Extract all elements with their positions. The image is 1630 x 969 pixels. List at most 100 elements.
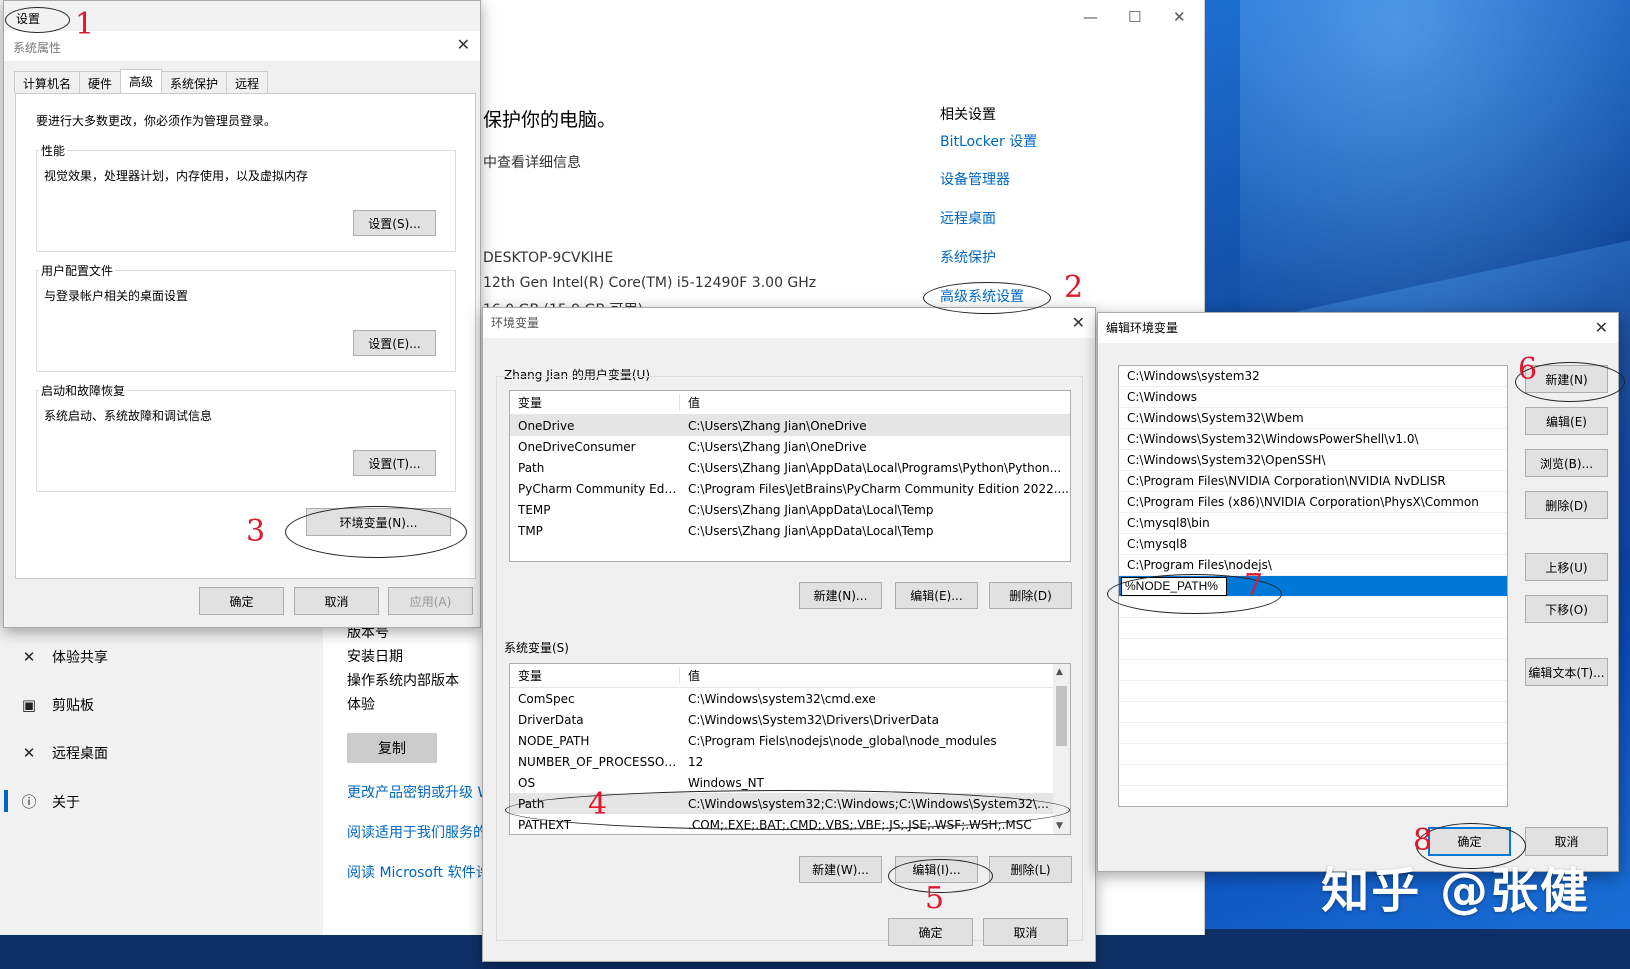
nav-item-about[interactable]: ⓘ 关于: [20, 791, 80, 812]
table-row[interactable]: DriverData C:\Windows\System32\Drivers\Dr…: [510, 709, 1053, 730]
annotation-number: 7: [1244, 568, 1264, 603]
nav-item-clipboard[interactable]: ▣ 剪贴板: [20, 695, 94, 715]
performance-settings-button[interactable]: 设置(S)...: [353, 210, 436, 236]
apply-button[interactable]: 应用(A): [388, 587, 473, 615]
user-edit-button[interactable]: 编辑(E)...: [895, 582, 978, 609]
edit-path-button[interactable]: 编辑(E): [1525, 407, 1608, 435]
tab-computer-name[interactable]: 计算机名: [14, 71, 81, 93]
close-icon[interactable]: ✕: [1173, 8, 1186, 26]
group-title: 启动和故障恢复: [39, 382, 128, 399]
column-value[interactable]: 值: [680, 394, 1070, 411]
table-row[interactable]: NUMBER_OF_PROCESSORS 12: [510, 751, 1053, 772]
maximize-icon[interactable]: ☐: [1128, 8, 1141, 26]
move-up-button[interactable]: 上移(U): [1525, 553, 1608, 581]
variable-name: NODE_PATH: [518, 733, 590, 748]
variable-value: C:\Windows\system32\cmd.exe: [688, 691, 876, 706]
copy-button[interactable]: 复制: [347, 733, 437, 763]
spec-label-os-build: 操作系统内部版本: [347, 673, 459, 689]
annotation-number: 6: [1518, 352, 1538, 387]
product-key-link[interactable]: 更改产品密钥或升级 W: [347, 782, 487, 802]
move-down-button[interactable]: 下移(O): [1525, 595, 1608, 623]
cancel-button[interactable]: 取消: [983, 918, 1068, 946]
list-item[interactable]: C:\mysql8\bin: [1119, 513, 1507, 534]
details-link[interactable]: 中查看详细信息: [483, 152, 581, 172]
cancel-button[interactable]: 取消: [294, 587, 379, 615]
list-item[interactable]: C:\mysql8: [1119, 534, 1507, 555]
bitlocker-link[interactable]: BitLocker 设置: [940, 131, 1037, 151]
annotation-number: 2: [1064, 270, 1084, 305]
table-row[interactable]: OneDrive C:\Users\Zhang Jian\OneDrive: [510, 415, 1070, 436]
column-value[interactable]: 值: [680, 667, 1070, 684]
variable-value: C:\Users\Zhang Jian\AppData\Local\Progra…: [688, 460, 1062, 475]
variable-name: DriverData: [518, 712, 584, 727]
list-item[interactable]: C:\Windows: [1119, 387, 1507, 408]
edit-text-button[interactable]: 编辑文本(T)...: [1525, 658, 1608, 686]
remote-desktop-link[interactable]: 远程桌面: [940, 208, 996, 228]
variable-name: TEMP: [518, 502, 551, 517]
user-variables-list[interactable]: 变量值 OneDrive C:\Users\Zhang Jian\OneDrive…: [509, 390, 1071, 562]
nav-item-shared-experiences[interactable]: ✕ 体验共享: [20, 647, 108, 667]
list-item[interactable]: C:\Program Files\NVIDIA Corporation\NVID…: [1119, 471, 1507, 492]
list-item[interactable]: C:\Windows\System32\OpenSSH\: [1119, 450, 1507, 471]
spec-label-install-date: 安装日期: [347, 649, 403, 665]
scroll-down-icon[interactable]: ▼: [1056, 821, 1063, 831]
tab-hardware[interactable]: 硬件: [79, 71, 122, 93]
variable-name: PyCharm Community Editi...: [518, 481, 680, 496]
table-row[interactable]: TEMP C:\Users\Zhang Jian\AppData\Local\Te…: [510, 499, 1070, 520]
table-row[interactable]: NODE_PATH C:\Program Fiels\nodejs\node_gl…: [510, 730, 1053, 751]
group-title: 用户配置文件: [39, 262, 116, 279]
list-item[interactable]: C:\Program Files (x86)\NVIDIA Corporatio…: [1119, 492, 1507, 513]
ok-button[interactable]: 确定: [888, 918, 973, 946]
scroll-thumb[interactable]: [1056, 686, 1067, 746]
nav-item-remote-desktop[interactable]: ✕ 远程桌面: [20, 743, 108, 763]
system-variables-label: 系统变量(S): [504, 641, 569, 655]
user-delete-button[interactable]: 删除(D): [989, 582, 1072, 609]
system-new-button[interactable]: 新建(W)...: [799, 856, 882, 883]
variable-name: ComSpec: [518, 691, 575, 706]
minimize-icon[interactable]: —: [1083, 8, 1098, 26]
device-name-value: DESKTOP-9CVKIHE: [483, 250, 614, 266]
services-agreement-link[interactable]: 阅读适用于我们服务的: [347, 822, 487, 842]
annotation-number: 4: [588, 787, 608, 822]
user-profiles-settings-button[interactable]: 设置(E)...: [353, 330, 436, 356]
user-new-button[interactable]: 新建(N)...: [799, 582, 882, 609]
close-icon[interactable]: ✕: [1595, 318, 1608, 337]
table-row[interactable]: TMP C:\Users\Zhang Jian\AppData\Local\Tem…: [510, 520, 1070, 541]
annotation-number: 3: [246, 514, 266, 549]
browse-button[interactable]: 浏览(B)...: [1525, 449, 1608, 477]
license-terms-link[interactable]: 阅读 Microsoft 软件许: [347, 862, 487, 882]
list-item[interactable]: C:\Windows\System32\Wbem: [1119, 408, 1507, 429]
system-protection-link[interactable]: 系统保护: [940, 247, 996, 267]
advanced-tab-page: 要进行大多数更改，你必须作为管理员登录。 性能 视觉效果，处理器计划，内存使用，…: [15, 93, 476, 579]
column-variable[interactable]: 变量: [510, 394, 680, 411]
processor-value: 12th Gen Intel(R) Core(TM) i5-12490F 3.0…: [483, 275, 817, 291]
table-row[interactable]: ComSpec C:\Windows\system32\cmd.exe: [510, 688, 1053, 709]
table-row[interactable]: Path C:\Users\Zhang Jian\AppData\Local\Pr…: [510, 457, 1070, 478]
page-heading: 保护你的电脑。: [483, 109, 617, 131]
list-item[interactable]: C:\Windows\system32: [1119, 366, 1507, 387]
close-icon[interactable]: ✕: [1072, 313, 1085, 332]
variable-name: Path: [518, 460, 545, 475]
close-icon[interactable]: ✕: [457, 35, 470, 54]
tab-remote[interactable]: 远程: [226, 71, 269, 93]
variable-value: C:\Program Files\JetBrains\PyCharm Commu…: [688, 481, 1069, 496]
list-item[interactable]: C:\Windows\System32\WindowsPowerShell\v1…: [1119, 429, 1507, 450]
nav-label: 剪贴板: [52, 698, 94, 714]
system-delete-button[interactable]: 删除(L): [989, 856, 1072, 883]
related-settings-title: 相关设置: [940, 107, 996, 123]
tab-advanced[interactable]: 高级: [120, 69, 163, 93]
table-row[interactable]: PyCharm Community Editi... C:\Program Fil…: [510, 478, 1070, 499]
list-item[interactable]: C:\Program Files\nodejs\: [1119, 555, 1507, 576]
table-row[interactable]: OneDriveConsumer C:\Users\Zhang Jian\OneD…: [510, 436, 1070, 457]
ok-button[interactable]: 确定: [199, 587, 284, 615]
annotation-number: 5: [925, 881, 945, 916]
variable-name: OneDrive: [518, 418, 575, 433]
delete-path-button[interactable]: 删除(D): [1525, 491, 1608, 519]
startup-recovery-settings-button[interactable]: 设置(T)...: [353, 450, 436, 476]
tab-system-protection[interactable]: 系统保护: [161, 71, 228, 93]
info-icon: ⓘ: [21, 793, 37, 811]
device-manager-link[interactable]: 设备管理器: [940, 169, 1010, 189]
annotation-oval: [5, 7, 70, 33]
column-variable[interactable]: 变量: [510, 667, 680, 684]
scroll-up-icon[interactable]: ▲: [1056, 667, 1063, 677]
